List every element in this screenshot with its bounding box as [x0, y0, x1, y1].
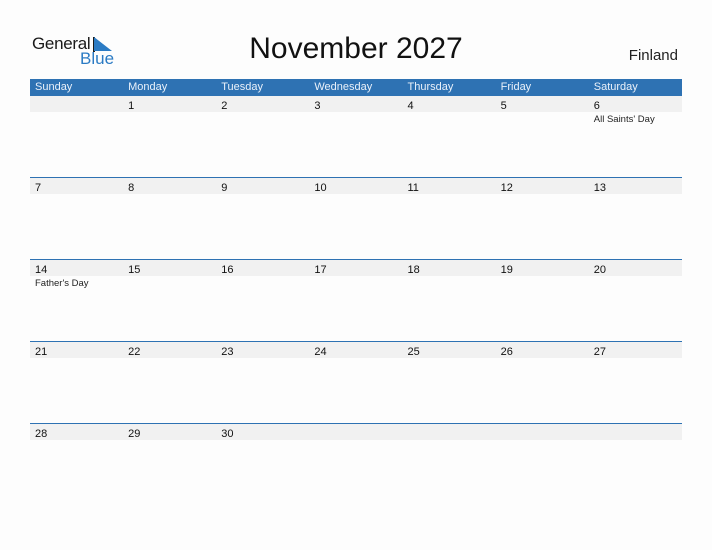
day-cell: 16: [216, 260, 309, 276]
day-number: 27: [593, 346, 606, 358]
day-number: 11: [407, 182, 419, 194]
day-cell: 21: [30, 342, 123, 358]
day-cell: 24: [309, 342, 402, 358]
day-number: 26: [500, 346, 513, 358]
day-number: 7: [35, 182, 42, 194]
weekday-sunday: Sunday: [35, 81, 73, 93]
day-cell: 22: [123, 342, 216, 358]
weekday-monday: Monday: [128, 81, 168, 93]
weekday-friday: Friday: [500, 81, 532, 93]
day-number: 1: [128, 100, 135, 112]
day-number: 10: [314, 182, 327, 194]
day-cell: [589, 424, 682, 440]
day-cell: 12: [496, 178, 589, 194]
day-cell: 7: [30, 178, 123, 194]
day-cell: [496, 424, 589, 440]
day-cell: 15: [123, 260, 216, 276]
week-row: 21 22 23 24 25 26 27: [30, 341, 682, 423]
day-cell: 28: [30, 424, 123, 440]
week-row: 7 8 9 10 11 12 13: [30, 177, 682, 259]
week-row: 14 Father's Day 15 16 17 18 19 20: [30, 259, 682, 341]
day-number: 15: [128, 264, 141, 276]
day-cell: 11: [403, 178, 496, 194]
day-cell: 19: [496, 260, 589, 276]
day-number: 18: [407, 264, 420, 276]
day-cell: [309, 424, 402, 440]
day-number: 20: [593, 264, 606, 276]
day-number-strip: 14 Father's Day 15 16 17 18 19 20: [30, 260, 682, 289]
day-cell: 18: [403, 260, 496, 276]
day-number-strip: 28 29 30: [30, 424, 682, 440]
weekday-wednesday: Wednesday: [314, 81, 373, 93]
day-cell: 30: [216, 424, 309, 440]
day-cell: 13: [589, 178, 682, 194]
day-number: 2: [221, 100, 228, 112]
calendar-grid: Sunday Monday Tuesday Wednesday Thursday Frid…: [30, 79, 682, 505]
day-cell: 25: [403, 342, 496, 358]
day-cell: [403, 424, 496, 440]
day-cell: 5: [496, 96, 589, 112]
day-number: 8: [128, 182, 135, 194]
day-number: 16: [221, 264, 234, 276]
day-number: 30: [221, 428, 234, 440]
day-cell: 29: [123, 424, 216, 440]
day-cell: 10: [309, 178, 402, 194]
country-label: Finland: [628, 47, 678, 64]
week-row: 1 2 3 4 5 6 All Saints' Day: [30, 96, 682, 177]
day-cell: 8: [123, 178, 216, 194]
day-number: 22: [128, 346, 141, 358]
day-number: 9: [221, 182, 228, 194]
day-number: 23: [221, 346, 234, 358]
day-number-strip: 21 22 23 24 25 26 27: [30, 342, 682, 358]
day-cell: 26: [496, 342, 589, 358]
day-cell: 23: [216, 342, 309, 358]
day-number: 19: [500, 264, 513, 276]
weekday-header: Sunday Monday Tuesday Wednesday Thursday Frid…: [30, 79, 682, 96]
week-row: 28 29 30: [30, 423, 682, 505]
weekday-tuesday: Tuesday: [221, 81, 264, 93]
day-number: 13: [593, 182, 606, 194]
weekday-saturday: Saturday: [593, 81, 638, 93]
day-number: 29: [128, 428, 141, 440]
day-cell: 1: [123, 96, 216, 112]
day-number-strip: 7 8 9 10 11 12 13: [30, 178, 682, 194]
day-cell: 2: [216, 96, 309, 112]
day-number: 24: [314, 346, 327, 358]
day-number-strip: 1 2 3 4 5 6 All Saints' Day: [30, 96, 682, 125]
day-number: 25: [407, 346, 420, 358]
day-cell: 20: [589, 260, 682, 276]
day-cell: 9: [216, 178, 309, 194]
day-cell: 3: [309, 96, 402, 112]
holiday-label: All Saints' Day: [593, 114, 655, 125]
day-number: 3: [314, 100, 321, 112]
weekday-thursday: Thursday: [407, 81, 454, 93]
day-cell: 4: [403, 96, 496, 112]
day-cell: 17: [309, 260, 402, 276]
day-number: 17: [314, 264, 327, 276]
day-number: 5: [500, 100, 507, 112]
day-number: 21: [35, 346, 48, 358]
day-number: 6: [593, 100, 600, 112]
day-number: 12: [500, 182, 513, 194]
day-number: 14: [35, 264, 48, 276]
day-cell: 6 All Saints' Day: [589, 96, 682, 125]
calendar-title: November 2027: [249, 32, 463, 65]
day-cell: 27: [589, 342, 682, 358]
day-number: 28: [35, 428, 48, 440]
day-number: 4: [407, 100, 414, 112]
holiday-label: Father's Day: [35, 278, 89, 289]
day-cell: [30, 96, 123, 112]
day-cell: 14 Father's Day: [30, 260, 123, 289]
